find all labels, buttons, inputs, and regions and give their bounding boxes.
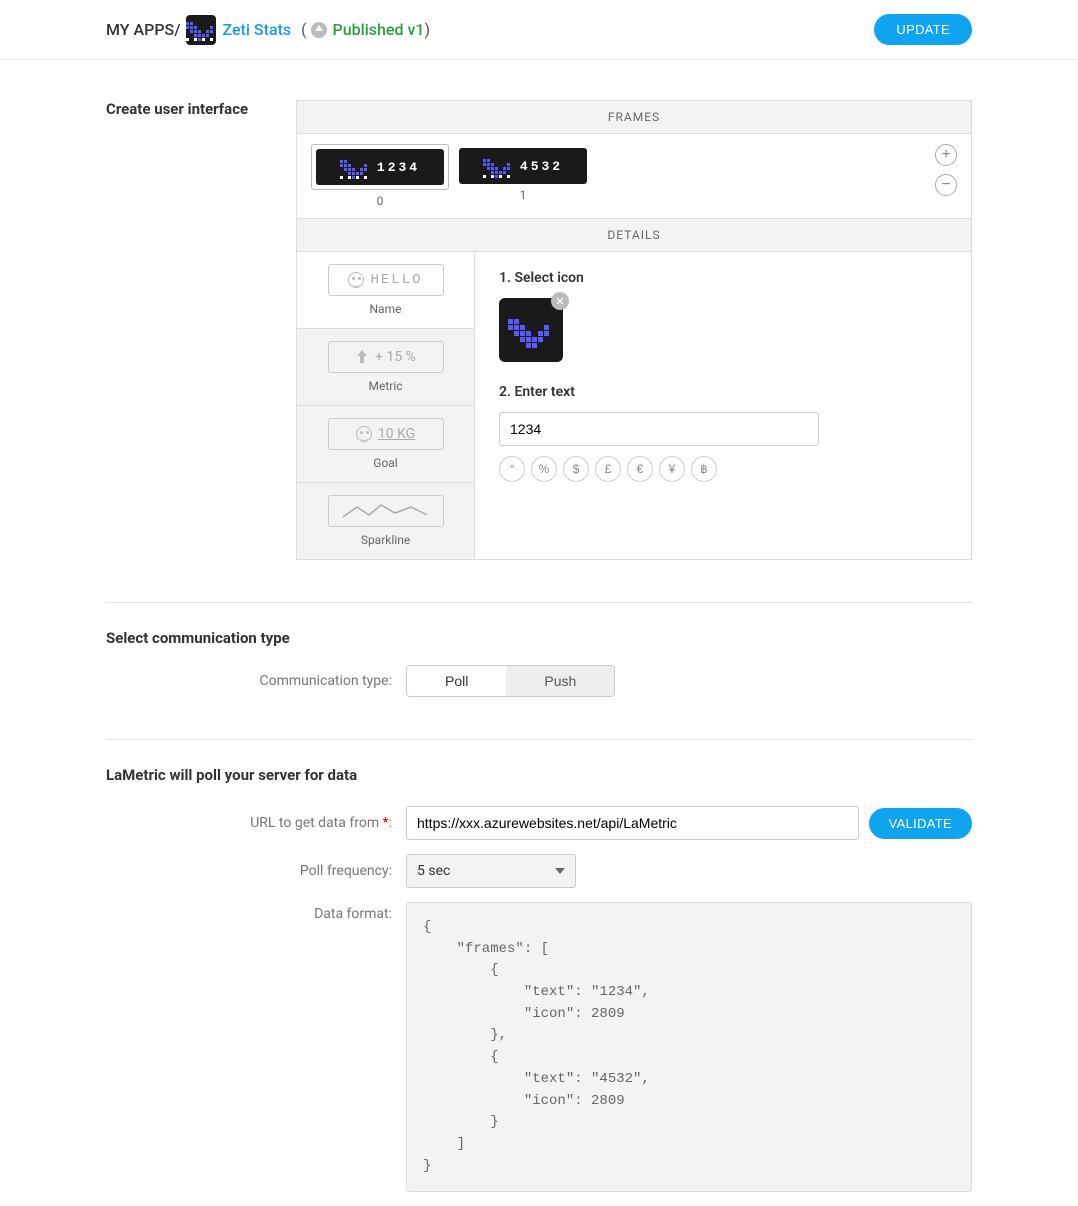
frame-type-sparkline[interactable]: Sparkline (297, 483, 474, 559)
smiley-icon (356, 426, 372, 442)
url-label: URL to get data from *: (106, 815, 406, 831)
validate-button[interactable]: VALIDATE (869, 808, 972, 839)
frame-type-goal[interactable]: 10 KGGoal (297, 406, 474, 483)
step-select-icon: 1. Select icon (499, 270, 947, 286)
app-name-link[interactable]: Zeti Stats (222, 20, 291, 39)
symbol-button[interactable]: € (627, 456, 653, 482)
add-frame-button[interactable]: + (935, 144, 957, 166)
poll-freq-select[interactable]: 5 sec (406, 854, 576, 888)
frame-text: 1234 (377, 160, 420, 175)
symbol-button[interactable]: ° (499, 456, 525, 482)
symbol-button[interactable]: £ (595, 456, 621, 482)
frame-item[interactable]: 4532 1 (459, 144, 587, 208)
publish-icon (311, 22, 327, 38)
remove-frame-button[interactable]: − (935, 174, 957, 196)
chevron-down-icon (555, 868, 565, 874)
frames-header: FRAMES (297, 101, 971, 134)
data-format-code: { "frames": [ { "text": "1234", "icon": … (406, 902, 972, 1192)
symbol-button[interactable]: ¥ (659, 456, 685, 482)
frame-type-label: Sparkline (307, 533, 464, 547)
update-button[interactable]: UPDATE (874, 14, 972, 45)
frame-index: 1 (459, 188, 587, 202)
comm-poll-button[interactable]: Poll (407, 666, 506, 696)
frame-item[interactable]: 1234 0 (311, 144, 449, 208)
breadcrumb-root[interactable]: MY APPS/ (106, 20, 180, 39)
details-header: DETAILS (297, 219, 971, 252)
data-format-label: Data format: (106, 902, 406, 922)
arrow-up-icon (355, 350, 369, 364)
frame-type-name[interactable]: HELLOName (297, 252, 474, 329)
frame-type-label: Metric (307, 379, 464, 393)
section-title-comm: Select communication type (106, 629, 972, 647)
step-enter-text: 2. Enter text (499, 384, 947, 400)
symbol-button[interactable]: ฿ (691, 456, 717, 482)
poll-freq-value: 5 sec (417, 863, 450, 879)
section-title-ui: Create user interface (106, 100, 266, 118)
ui-editor-panel: FRAMES 1234 0 4532 1 + − DETAILS HELLOName+… (296, 100, 972, 560)
comm-type-toggle: Poll Push (406, 665, 615, 697)
frame-type-label: Goal (307, 456, 464, 470)
url-input[interactable] (406, 806, 859, 840)
sparkline-icon (341, 501, 431, 521)
symbol-button[interactable]: % (531, 456, 557, 482)
frame-text-input[interactable] (499, 412, 819, 446)
comm-type-label: Communication type: (106, 673, 406, 689)
comm-push-button[interactable]: Push (506, 666, 614, 696)
frame-icon (340, 156, 371, 179)
breadcrumb: MY APPS/ Zeti Stats ( Published v1) (106, 15, 430, 45)
section-title-poll: LaMetric will poll your server for data (106, 766, 972, 784)
poll-freq-label: Poll frequency: (106, 863, 406, 879)
frame-text: 4532 (520, 159, 563, 174)
frame-index: 0 (311, 194, 449, 208)
frame-icon (483, 155, 514, 178)
smiley-icon (348, 272, 364, 288)
icon-preview[interactable]: ✕ (499, 298, 563, 362)
app-icon (186, 15, 216, 45)
frame-type-metric[interactable]: + 15 %Metric (297, 329, 474, 406)
frame-type-label: Name (307, 302, 464, 316)
symbol-button[interactable]: $ (563, 456, 589, 482)
remove-icon-button[interactable]: ✕ (551, 292, 569, 310)
publish-status: ( Published v1) (297, 20, 430, 39)
